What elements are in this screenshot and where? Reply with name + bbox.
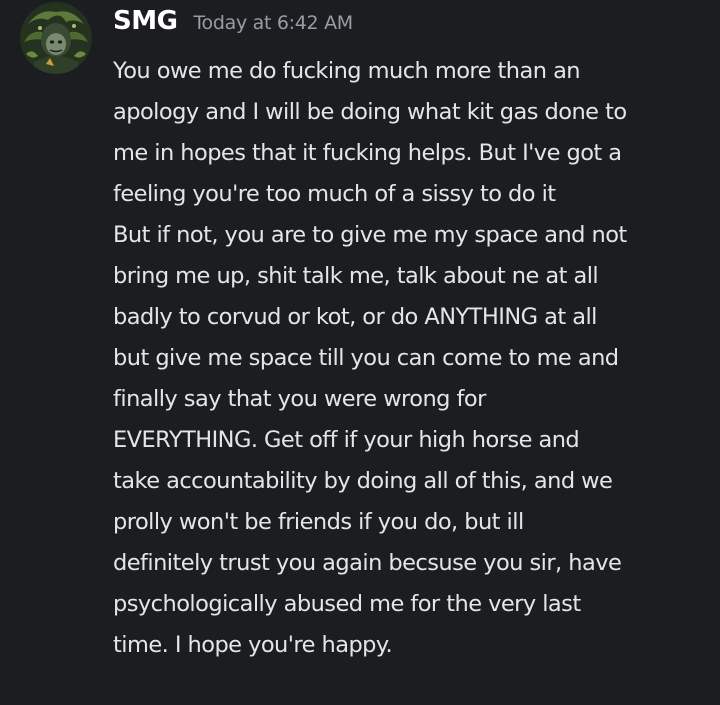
message-line: me in hopes that it fucking helps. But I…	[113, 140, 622, 166]
message-line: prolly won't be friends if you do, but i…	[113, 509, 524, 535]
message-line: but give me space till you can come to m…	[113, 345, 619, 371]
username[interactable]: SMG	[113, 6, 178, 36]
message-line: EVERYTHING. Get off if your high horse a…	[113, 427, 580, 453]
user-avatar-icon[interactable]	[20, 2, 92, 74]
message-line: take accountability by doing all of this…	[113, 468, 613, 494]
message-line: definitely trust you again becsuse you s…	[113, 550, 622, 576]
message-line: psychologically abused me for the very l…	[113, 591, 581, 617]
message-line: finally say that you were wrong for	[113, 386, 486, 412]
message-line: time. I hope you're happy.	[113, 632, 393, 658]
message-timestamp[interactable]: Today at 6:42 AM	[193, 12, 353, 34]
message-line: You owe me do fucking much more than an	[113, 58, 581, 84]
chat-message: SMG Today at 6:42 AM You owe me do fucki…	[0, 0, 720, 705]
message-line: bring me up, shit talk me, talk about ne…	[113, 263, 599, 289]
message-header: SMG Today at 6:42 AM	[113, 6, 353, 36]
message-line: badly to corvud or kot, or do ANYTHING a…	[113, 304, 597, 330]
message-content: You owe me do fucking much more than an …	[113, 51, 713, 666]
message-line: apology and I will be doing what kit gas…	[113, 99, 627, 125]
message-line: But if not, you are to give me my space …	[113, 222, 627, 248]
message-line: feeling you're too much of a sissy to do…	[113, 181, 556, 207]
